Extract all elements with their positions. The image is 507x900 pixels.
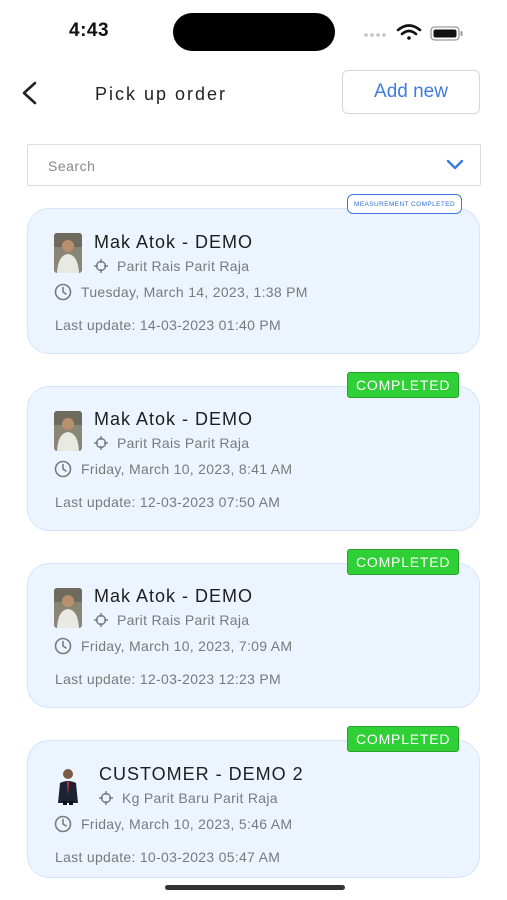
add-new-button[interactable]: Add new xyxy=(342,70,480,114)
home-indicator[interactable] xyxy=(165,885,345,890)
customer-name: Mak Atok - DEMO xyxy=(94,586,254,606)
pickup-datetime: Friday, March 10, 2023, 5:46 AM xyxy=(81,816,293,832)
status-time: 4:43 xyxy=(69,20,110,41)
crosshair-icon xyxy=(99,791,113,805)
search-input[interactable] xyxy=(28,145,450,187)
status-badge: COMPLETED xyxy=(347,726,460,752)
customer-avatar xyxy=(54,411,82,451)
order-card[interactable]: CUSTOMER - DEMO 2 Kg Parit Baru Parit Ra… xyxy=(27,740,480,878)
customer-avatar xyxy=(54,233,82,273)
last-update: Last update: 12-03-2023 12:23 PM xyxy=(55,671,281,687)
order-card[interactable]: Mak Atok - DEMO Parit Rais Parit Raja Tu… xyxy=(27,208,480,354)
pickup-datetime: Friday, March 10, 2023, 7:09 AM xyxy=(81,638,293,654)
customer-address: Kg Parit Baru Parit Raja xyxy=(122,790,278,806)
search-dropdown[interactable] xyxy=(27,144,481,187)
status-badge: MEASUREMENT COMPLETED xyxy=(347,194,463,214)
pickup-datetime: Friday, March 10, 2023, 8:41 AM xyxy=(81,461,293,477)
last-update: Last update: 12-03-2023 07:50 AM xyxy=(55,494,281,510)
clock-icon xyxy=(54,815,72,833)
customer-address: Parit Rais Parit Raja xyxy=(117,435,250,451)
order-card[interactable]: Mak Atok - DEMO Parit Rais Parit Raja Fr… xyxy=(27,386,480,531)
chevron-left-icon xyxy=(22,81,37,105)
customer-avatar xyxy=(54,588,82,628)
pickup-datetime: Tuesday, March 14, 2023, 1:38 PM xyxy=(81,284,308,300)
dynamic-island xyxy=(173,13,335,51)
customer-address: Parit Rais Parit Raja xyxy=(117,258,250,274)
clock-icon xyxy=(54,637,72,655)
customer-name: Mak Atok - DEMO xyxy=(94,232,254,252)
signal-icon xyxy=(364,33,386,37)
battery-icon xyxy=(430,26,463,41)
status-badge: COMPLETED xyxy=(347,372,460,398)
customer-address: Parit Rais Parit Raja xyxy=(117,612,250,628)
order-card[interactable]: Mak Atok - DEMO Parit Rais Parit Raja Fr… xyxy=(27,563,480,708)
page-title: Pick up order xyxy=(95,84,228,104)
crosshair-icon xyxy=(94,613,108,627)
last-update: Last update: 10-03-2023 05:47 AM xyxy=(55,849,281,865)
crosshair-icon xyxy=(94,436,108,450)
customer-name: Mak Atok - DEMO xyxy=(94,409,254,429)
wifi-icon xyxy=(396,24,422,40)
customer-name: CUSTOMER - DEMO 2 xyxy=(99,764,304,784)
last-update: Last update: 14-03-2023 01:40 PM xyxy=(55,317,281,333)
chevron-down-icon[interactable] xyxy=(446,158,464,172)
status-icons xyxy=(364,24,463,41)
status-badge: COMPLETED xyxy=(347,549,460,575)
back-button[interactable] xyxy=(18,80,42,106)
clock-icon xyxy=(54,283,72,301)
customer-avatar xyxy=(54,765,82,805)
clock-icon xyxy=(54,460,72,478)
crosshair-icon xyxy=(94,259,108,273)
